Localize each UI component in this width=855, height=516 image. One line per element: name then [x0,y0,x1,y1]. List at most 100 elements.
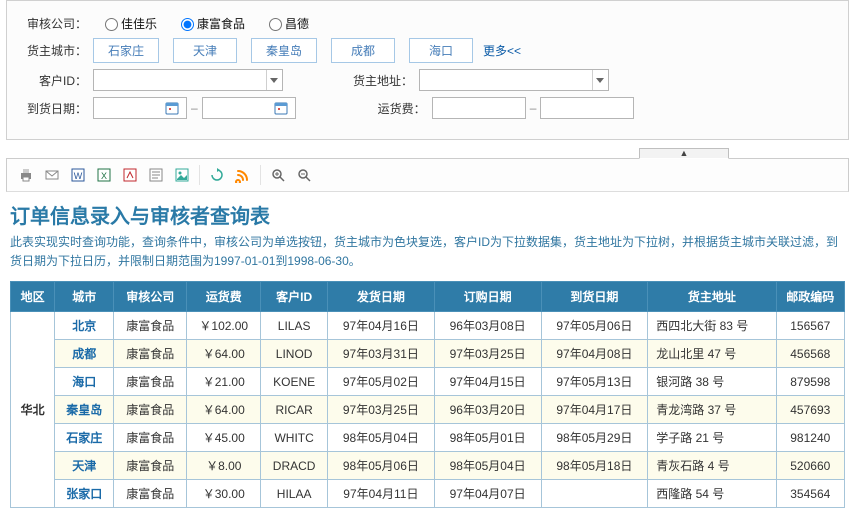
collapse-filter-handle[interactable]: ▲ [639,148,729,159]
col-header-3: 运货费 [187,282,261,312]
zip-cell: 456568 [776,340,844,368]
arrive-date-cell: 98年05月29日 [541,424,648,452]
date-from-input[interactable] [93,97,187,119]
mail-icon[interactable] [39,163,65,187]
addr-cell: 西隆路 54 号 [648,480,776,508]
zoom-out-icon[interactable] [291,163,317,187]
addr-cell: 青灰石路 4 号 [648,452,776,480]
customer-id-input[interactable] [94,70,266,90]
date-separator: – [191,101,198,115]
more-cities-link[interactable]: 更多<< [483,42,521,59]
col-header-5: 发货日期 [328,282,435,312]
ship-date-cell: 97年04月16日 [328,312,435,340]
order-date-cell: 97年03月25日 [434,340,541,368]
city[interactable]: 海口 [55,368,114,396]
order-date-cell: 97年04月15日 [434,368,541,396]
ship-date-cell: 97年03月25日 [328,396,435,424]
freight-to-input[interactable] [540,97,634,119]
company-radio-1[interactable] [181,18,194,31]
city-label: 货主城市： [17,42,87,59]
customer-id-combo[interactable] [93,69,283,91]
city-chip-1[interactable]: 天津 [173,38,237,63]
city-chip-2[interactable]: 秦皇岛 [251,38,317,63]
pdf-icon[interactable] [117,163,143,187]
table-row: 天津康富食品￥8.00DRACD98年05月06日98年05月04日98年05月… [11,452,845,480]
excel-icon[interactable]: X [91,163,117,187]
col-header-2: 审核公司 [114,282,187,312]
arrive-date-cell: 98年05月18日 [541,452,648,480]
city-chip-0[interactable]: 石家庄 [93,38,159,63]
company-cell: 康富食品 [114,312,187,340]
customer-cell: LINOD [261,340,328,368]
zoom-in-icon[interactable] [265,163,291,187]
image-icon[interactable] [169,163,195,187]
table-row: 秦皇岛康富食品￥64.00RICAR97年03月25日96年03月20日97年0… [11,396,845,424]
customer-cell: HILAA [261,480,328,508]
report-toolbar: WX [6,158,849,192]
order-date-cell: 96年03月08日 [434,312,541,340]
city[interactable]: 北京 [55,312,114,340]
region-cell: 华北 [11,312,55,508]
addr-cell: 龙山北里 47 号 [648,340,776,368]
city[interactable]: 天津 [55,452,114,480]
arrive-date-cell [541,480,648,508]
company-label: 审核公司： [17,15,87,32]
ship-date-cell: 97年05月02日 [328,368,435,396]
col-header-1: 城市 [55,282,114,312]
col-header-8: 货主地址 [648,282,776,312]
company-cell: 康富食品 [114,396,187,424]
ship-date-cell: 97年04月11日 [328,480,435,508]
city[interactable]: 成都 [55,340,114,368]
col-header-4: 客户ID [261,282,328,312]
zip-cell: 354564 [776,480,844,508]
date-to-input[interactable] [202,97,296,119]
company-radio-2[interactable] [269,18,282,31]
print-icon[interactable] [13,163,39,187]
text-icon[interactable] [143,163,169,187]
chevron-down-icon[interactable] [266,70,282,90]
addr-cell: 银河路 38 号 [648,368,776,396]
city[interactable]: 张家口 [55,480,114,508]
company-cell: 康富食品 [114,480,187,508]
customer-cell: WHITC [261,424,328,452]
calendar-icon[interactable] [162,98,182,118]
ship-date-cell: 97年03月31日 [328,340,435,368]
city-chip-4[interactable]: 海口 [409,38,473,63]
owner-addr-input[interactable] [420,70,592,90]
svg-text:W: W [74,171,83,181]
addr-cell: 西四北大街 83 号 [648,312,776,340]
col-header-0: 地区 [11,282,55,312]
chevron-down-icon[interactable] [592,70,608,90]
zip-cell: 520660 [776,452,844,480]
company-cell: 康富食品 [114,340,187,368]
company-cell: 康富食品 [114,368,187,396]
owner-addr-combo[interactable] [419,69,609,91]
col-header-6: 订购日期 [434,282,541,312]
toolbar-divider [199,165,200,185]
svg-text:X: X [101,171,107,181]
freight-cell: ￥30.00 [187,480,261,508]
freight-cell: ￥64.00 [187,396,261,424]
city[interactable]: 秦皇岛 [55,396,114,424]
rss-icon[interactable] [230,163,256,187]
refresh-icon[interactable] [204,163,230,187]
calendar-icon[interactable] [271,98,291,118]
freight-label: 运货费： [356,100,426,117]
freight-cell: ￥21.00 [187,368,261,396]
arrive-date-cell: 97年04月08日 [541,340,648,368]
table-row: 张家口康富食品￥30.00HILAA97年04月11日97年04月07日西隆路 … [11,480,845,508]
word-icon[interactable]: W [65,163,91,187]
city[interactable]: 石家庄 [55,424,114,452]
freight-cell: ￥8.00 [187,452,261,480]
order-date-cell: 98年05月01日 [434,424,541,452]
order-date-cell: 98年05月04日 [434,452,541,480]
zip-cell: 981240 [776,424,844,452]
toolbar-divider [260,165,261,185]
company-radio-0[interactable] [105,18,118,31]
freight-cell: ￥45.00 [187,424,261,452]
city-chip-3[interactable]: 成都 [331,38,395,63]
arrival-date-label: 到货日期： [17,100,87,117]
freight-separator: – [530,101,537,115]
freight-from-input[interactable] [432,97,526,119]
company-radio-label: 昌德 [285,17,309,31]
